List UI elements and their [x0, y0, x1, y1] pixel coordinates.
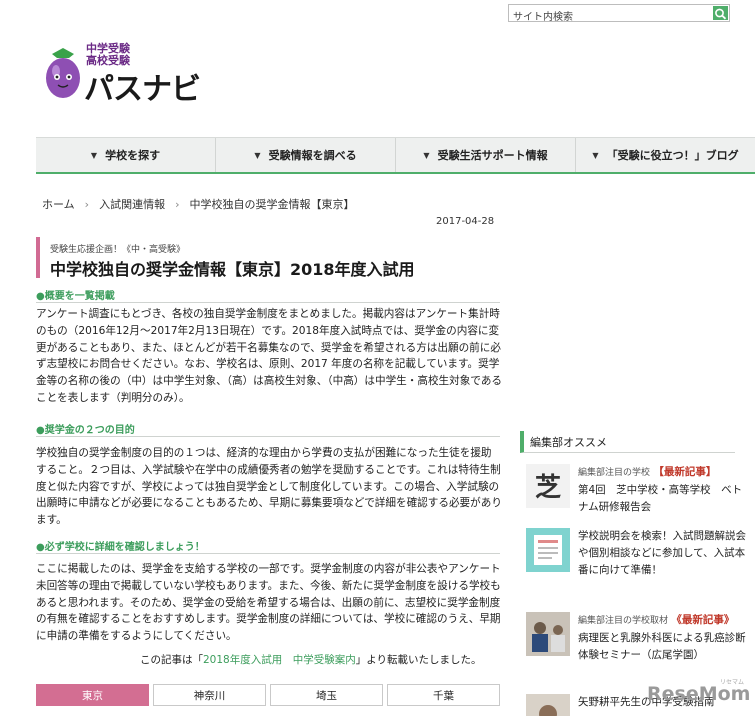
nav-item-exam-info[interactable]: ▼ 受験情報を調べる [216, 138, 396, 172]
search-input[interactable] [509, 9, 709, 26]
breadcrumb: ホーム › 入試関連情報 › 中学校独自の奨学金情報【東京】 [42, 196, 354, 212]
publish-date: 2017-04-28 [436, 216, 495, 227]
tab-chiba[interactable]: 千葉 [387, 684, 500, 706]
sidebar-item[interactable]: 編集部注目の学校取材 《最新記事》 病理医と乳腺外科医による乳癌診断体験セミナー… [526, 612, 746, 676]
chevron-right-icon: › [175, 197, 180, 211]
school-emblem-thumbnail: 芝 [526, 464, 570, 508]
seminar-photo-thumbnail [526, 612, 570, 656]
section-heading-purpose: ●奨学金の２つの目的 [36, 418, 500, 437]
search-button[interactable] [713, 6, 728, 20]
title-accent-bar [36, 237, 40, 278]
main-nav: ▼ 学校を探す ▼ 受験情報を調べる ▼ 受験生活サポート情報 ▼ 「受験に役立つ！」ブ… [36, 137, 755, 174]
sidebar-heading: 編集部オススメ [520, 431, 735, 453]
article-kicker: 受験生応援企画！《中・高受験》 [50, 245, 186, 255]
paragraph-overview: アンケート調査にもとづき、各校の独自奨学金制度をまとめました。掲載内容はアンケー… [36, 308, 503, 404]
section-heading-overview: ●概要を一覧掲載 [36, 284, 500, 303]
nav-item-find-school[interactable]: ▼ 学校を探す [36, 138, 216, 172]
tab-kanagawa[interactable]: 神奈川 [153, 684, 266, 706]
site-logo[interactable]: 中学受験 高校受験 パスナビ [40, 38, 210, 108]
nav-item-support[interactable]: ▼ 受験生活サポート情報 [396, 138, 576, 172]
breadcrumb-current: 中学校独自の奨学金情報【東京】 [189, 198, 355, 211]
caret-down-icon: ▼ [423, 150, 430, 160]
prefecture-tabs: 東京 神奈川 埼玉 千葉 [36, 684, 500, 706]
chevron-right-icon: › [84, 197, 90, 211]
resemom-watermark-sub: リセマム [720, 679, 745, 686]
section-heading-confirm: ●必ず学校に詳細を確認しましょう！ [36, 535, 500, 554]
article-credit: この記事は「2018年度入試用 中学受験案内」より転載いたしました。 [140, 654, 482, 666]
briefing-session-thumbnail [526, 528, 570, 572]
sidebar-item[interactable]: 芝 編集部注目の学校 【最新記事】 第4回 芝中学校・高等学校 ベトナム研修報告… [526, 464, 742, 516]
tab-saitama[interactable]: 埼玉 [270, 684, 383, 706]
paragraph-purpose: 学校独自の奨学金制度の目的の１つは、経済的な理由から学費の支払が困難になった生徒… [36, 447, 502, 527]
sidebar-item[interactable]: 学校説明会を検索！入試問題解説会や個別相談などに参加して、入試本番に向けて準備！ [526, 528, 746, 598]
logo-wordmark: パスナビ [84, 72, 201, 107]
caret-down-icon: ▼ [254, 150, 261, 160]
paragraph-confirm: ここに掲載したのは、奨学金を支給する学校の一部です。奨学金制度の内容が非公表やア… [36, 563, 501, 643]
resemom-watermark: ReseMom [647, 683, 751, 705]
tab-tokyo[interactable]: 東京 [36, 684, 149, 706]
eggplant-mascot-icon [46, 48, 80, 98]
author-photo-thumbnail [526, 694, 570, 716]
caret-down-icon: ▼ [90, 150, 98, 160]
svg-text:芝: 芝 [535, 473, 561, 503]
credit-link[interactable]: 2018年度入試用 中学受験案内 [203, 654, 356, 666]
site-search [508, 4, 730, 26]
caret-down-icon: ▼ [592, 150, 599, 160]
search-icon [715, 8, 727, 20]
page-title: 中学校独自の奨学金情報【東京】2018年度入試用 [50, 260, 415, 279]
breadcrumb-home[interactable]: ホーム [42, 196, 75, 212]
breadcrumb-category[interactable]: 入試関連情報 [99, 196, 165, 212]
nav-item-blog[interactable]: ▼ 「受験に役立つ！」ブログ [576, 138, 755, 172]
